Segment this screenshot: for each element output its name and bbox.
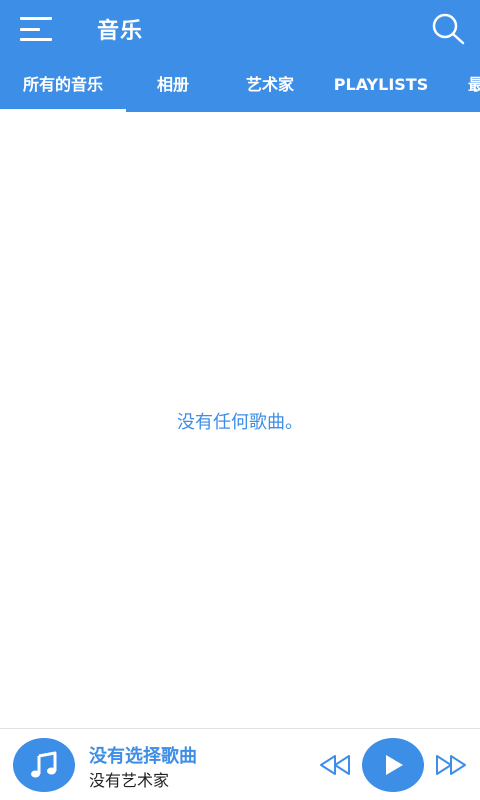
rewind-icon[interactable]	[318, 753, 352, 777]
tab-artists[interactable]: 艺术家	[230, 58, 310, 112]
top-app-bar: 音乐	[0, 0, 480, 58]
play-icon[interactable]	[362, 738, 424, 792]
mini-player: 没有选择歌曲 没有艺术家	[0, 728, 480, 800]
music-app: 音乐 所有的音乐 相册 艺术家 PLAYLISTS 最 没有任何歌曲。 没有选择…	[0, 0, 480, 800]
song-title[interactable]: 没有选择歌曲	[89, 742, 197, 768]
tab-bar: 所有的音乐 相册 艺术家 PLAYLISTS 最	[0, 58, 480, 112]
search-icon[interactable]	[430, 12, 466, 46]
tab-playlists[interactable]: PLAYLISTS	[326, 58, 436, 112]
music-note-icon[interactable]	[13, 738, 75, 792]
tab-albums[interactable]: 相册	[136, 58, 210, 112]
menu-icon[interactable]	[20, 17, 54, 41]
song-artist[interactable]: 没有艺术家	[89, 767, 169, 791]
page-title: 音乐	[97, 19, 144, 44]
empty-state-message: 没有任何歌曲。	[177, 412, 303, 433]
fast-forward-icon[interactable]	[434, 753, 468, 777]
tab-all-music[interactable]: 所有的音乐	[0, 58, 126, 112]
tab-recent-partial[interactable]: 最	[468, 58, 480, 112]
song-list-area: 没有任何歌曲。	[0, 112, 480, 728]
